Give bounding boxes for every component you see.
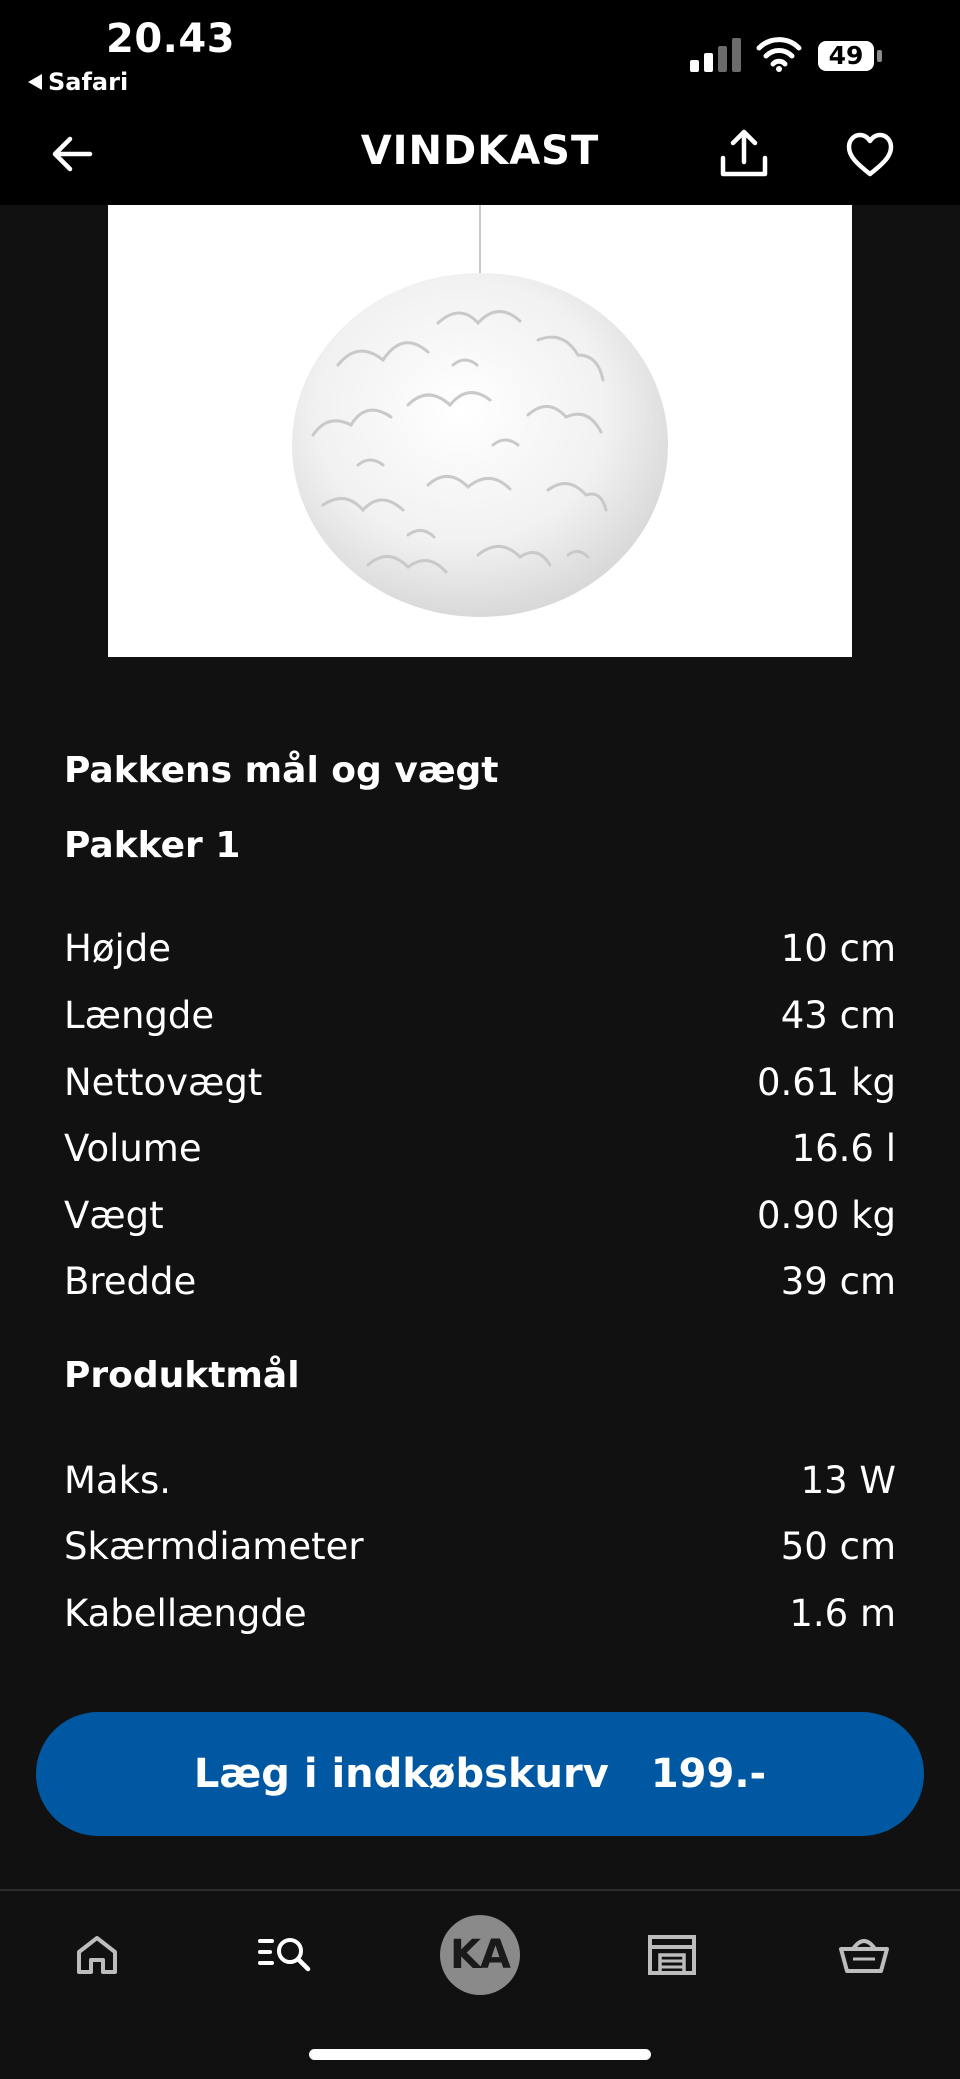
search-list-icon — [258, 1938, 311, 1972]
share-icon[interactable] — [718, 128, 770, 180]
page-title: VINDKAST — [360, 128, 600, 174]
bottom-tab-bar: KA — [0, 1889, 960, 2079]
basket-icon — [839, 1939, 889, 1973]
home-icon — [77, 1936, 117, 1974]
spec-value: 16.6 l — [791, 1126, 896, 1170]
cellular-signal-icon — [690, 38, 741, 72]
add-to-cart-button[interactable]: Læg i indkøbskurv 199.- — [36, 1712, 924, 1836]
package-subheading: Pakker 1 — [64, 825, 241, 866]
status-time: 20.43 — [106, 16, 236, 62]
product-dimensions-heading: Produktmål — [64, 1355, 300, 1396]
spec-label: Højde — [64, 926, 171, 970]
status-bar: 20.43 Safari 49 — [0, 0, 960, 110]
spec-label: Maks. — [64, 1458, 172, 1502]
spec-label: Volume — [64, 1126, 202, 1170]
add-to-cart-label: Læg i indkøbskurv — [193, 1751, 609, 1797]
spec-row: Længde 43 cm — [64, 990, 896, 1040]
spec-row: Nettovægt 0.61 kg — [64, 1057, 896, 1107]
avatar-initials: KA — [450, 1932, 511, 1978]
header: VINDKAST — [0, 110, 960, 205]
spec-row: Skærmdiameter 50 cm — [64, 1521, 896, 1571]
battery-level: 49 — [828, 41, 864, 70]
spec-row: Højde 10 cm — [64, 923, 896, 973]
spec-value: 10 cm — [780, 926, 896, 970]
back-to-safari-link[interactable]: Safari — [28, 68, 128, 96]
tab-search[interactable] — [250, 1919, 322, 1991]
tab-basket[interactable] — [828, 1919, 900, 1991]
price-label: 199.- — [650, 1751, 767, 1797]
wifi-icon — [756, 37, 802, 72]
tab-home[interactable] — [61, 1919, 133, 1991]
spec-value: 43 cm — [780, 993, 896, 1037]
spec-label: Vægt — [64, 1193, 164, 1237]
spec-value: 0.61 kg — [756, 1060, 896, 1104]
spec-label: Nettovægt — [64, 1060, 263, 1104]
tab-stores[interactable] — [636, 1919, 708, 1991]
spec-row: Kabellængde 1.6 m — [64, 1588, 896, 1638]
store-icon — [648, 1935, 696, 1975]
spec-label: Længde — [64, 993, 215, 1037]
avatar[interactable]: KA — [440, 1915, 520, 1995]
spec-label: Bredde — [64, 1259, 197, 1303]
package-heading: Pakkens mål og vægt — [64, 750, 499, 791]
back-to-safari-label: Safari — [48, 68, 129, 96]
arrow-left-icon[interactable] — [48, 130, 96, 178]
spec-row: Vægt 0.90 kg — [64, 1190, 896, 1240]
heart-icon[interactable] — [846, 132, 894, 178]
spec-value: 13 W — [800, 1458, 896, 1502]
home-indicator[interactable] — [309, 2049, 651, 2060]
pendant-lamp-illustration — [292, 205, 668, 617]
back-triangle-icon — [28, 74, 42, 90]
product-image[interactable] — [108, 205, 852, 657]
spec-label: Kabellængde — [64, 1591, 307, 1635]
spec-value: 0.90 kg — [756, 1193, 896, 1237]
spec-row: Volume 16.6 l — [64, 1123, 896, 1173]
spec-value: 1.6 m — [789, 1591, 896, 1635]
spec-label: Skærmdiameter — [64, 1524, 364, 1568]
spec-value: 39 cm — [780, 1259, 896, 1303]
spec-value: 50 cm — [780, 1524, 896, 1568]
spec-row: Bredde 39 cm — [64, 1256, 896, 1306]
spec-row: Maks. 13 W — [64, 1455, 896, 1505]
